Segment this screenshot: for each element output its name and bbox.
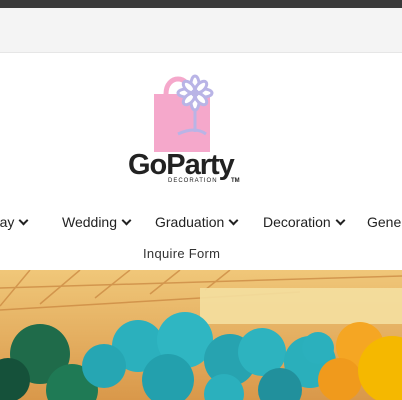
nav-item-label: Decoration [263, 214, 331, 230]
nav-item-wedding[interactable]: Wedding [62, 212, 132, 232]
brand-name: GoParty [128, 149, 235, 181]
brand-subtitle: DECORATION [168, 178, 218, 184]
chevron-down-icon [228, 215, 239, 225]
hero-image [0, 270, 402, 400]
trademark-symbol: TM [231, 178, 240, 184]
nav-item-label: Graduation [155, 214, 225, 230]
chevron-down-icon [121, 215, 132, 225]
chevron-down-icon [335, 215, 346, 225]
chevron-down-icon [18, 215, 29, 225]
gift-bag-icon [154, 74, 214, 152]
nav-item-inquire-form[interactable]: Inquire Form [143, 246, 220, 261]
announcement-bar [0, 8, 402, 53]
nav-item-label: Gener [367, 214, 402, 230]
top-bar [0, 0, 402, 8]
nav-item-general[interactable]: Gener [367, 212, 402, 232]
nav-item-graduation[interactable]: Graduation [155, 212, 239, 232]
balloon-decoration-image [0, 270, 402, 400]
nav-item-label: nday [0, 214, 15, 230]
nav-item-birthday[interactable]: nday [0, 212, 29, 232]
nav-item-label: Wedding [62, 214, 118, 230]
nav-item-decoration[interactable]: Decoration [263, 212, 346, 232]
site-logo[interactable]: GoParty DECORATION TM [118, 68, 248, 190]
